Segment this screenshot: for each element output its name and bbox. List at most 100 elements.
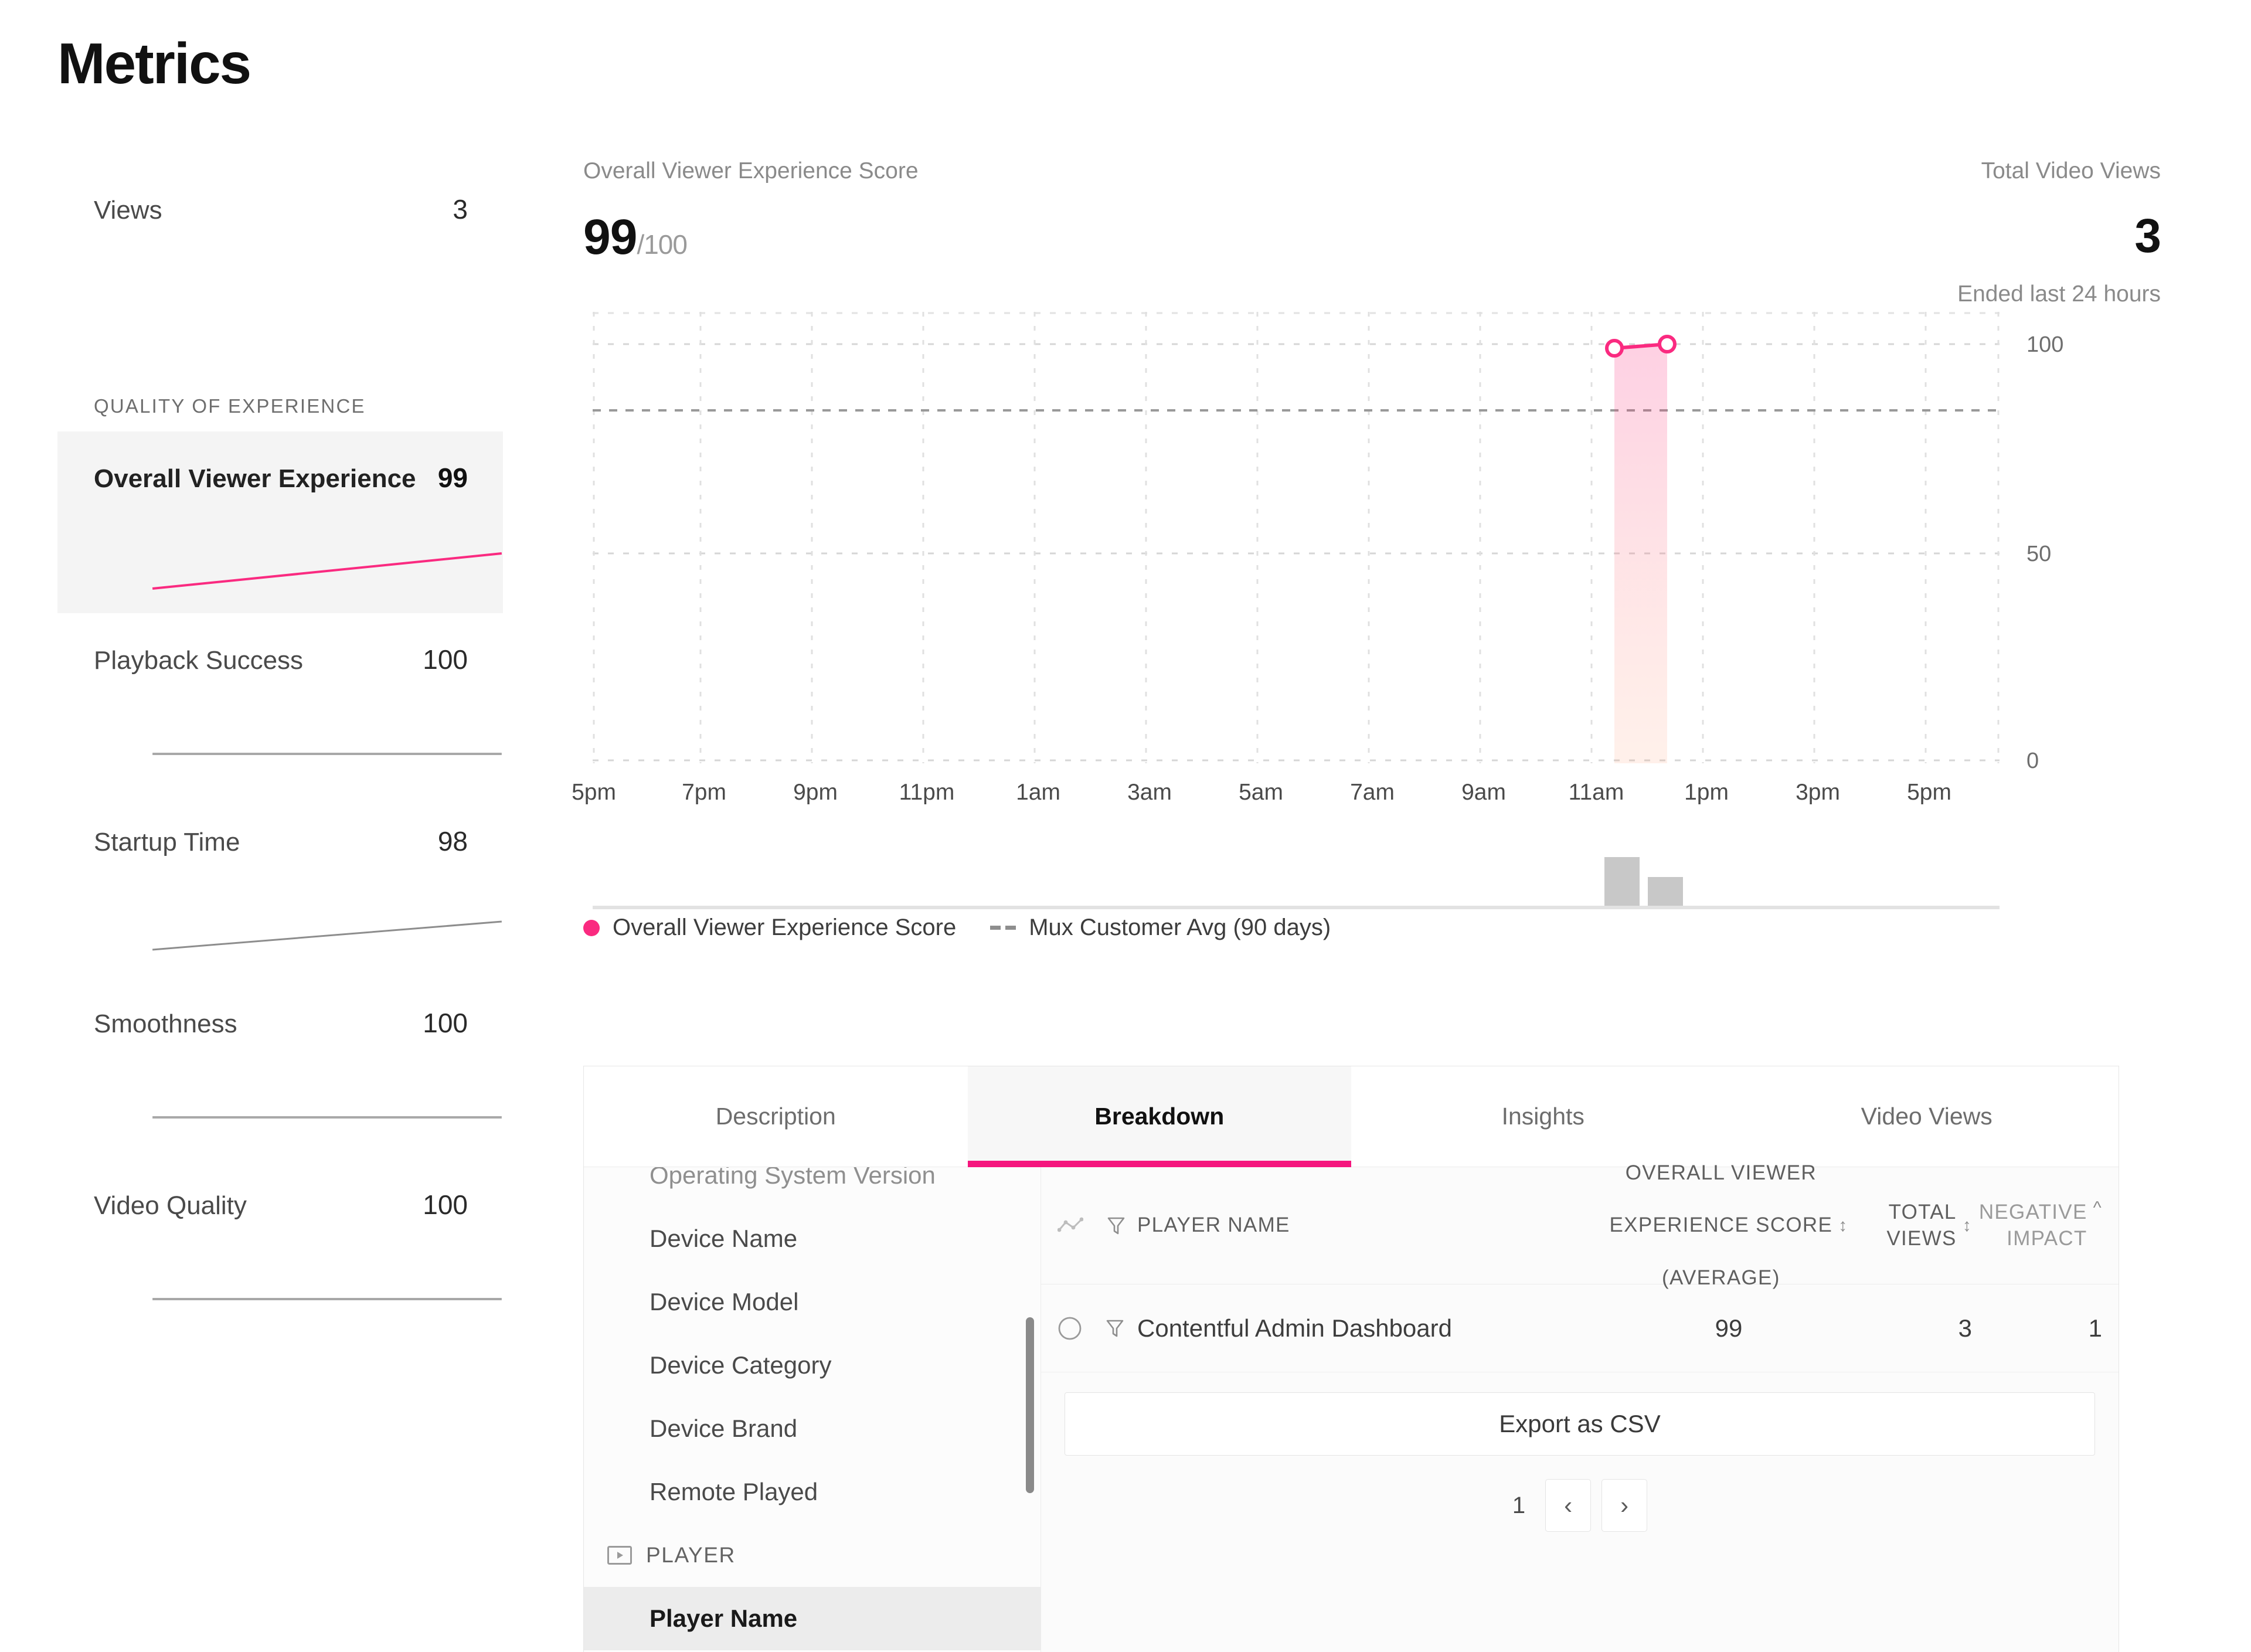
breakdown-item-device-name[interactable]: Device Name <box>584 1207 1041 1270</box>
panel-tabs: Description Breakdown Insights Video Vie… <box>584 1066 2119 1167</box>
pagination: 1 ‹ › <box>1041 1479 2119 1532</box>
sparkline-playback-success <box>151 725 503 777</box>
breakdown-dimension-list[interactable]: Operating System Version Device Name Dev… <box>584 1167 1041 1652</box>
kpi-views-value: 3 <box>2134 209 2161 263</box>
y-tick-50: 50 <box>2026 542 2052 566</box>
chart-x-axis: 5pm 7pm 9pm 11pm 1am 3am 5am 7am 9am 11a… <box>572 780 2000 821</box>
views-label: Views <box>94 196 162 225</box>
export-as-csv-button[interactable]: Export as CSV <box>1065 1392 2095 1456</box>
cell-negative-impact: 1 <box>2088 1314 2102 1342</box>
details-panel: Description Breakdown Insights Video Vie… <box>583 1066 2119 1652</box>
tab-video-views[interactable]: Video Views <box>1735 1066 2119 1167</box>
legend-item-score: Overall Viewer Experience Score <box>583 915 956 941</box>
sidebar-metric-playback-success[interactable]: Playback Success 100 <box>57 613 503 795</box>
table-row[interactable]: Contentful Admin Dashboard 99 3 1 <box>1041 1284 2119 1372</box>
sort-icon-score[interactable]: ↕ <box>1838 1216 1848 1235</box>
x-tick-8: 9am <box>1461 780 1506 805</box>
x-tick-9: 11am <box>1568 780 1624 805</box>
x-tick-12: 5pm <box>1907 780 1951 805</box>
kpi-views-sub: Ended last 24 hours <box>1957 281 2161 307</box>
kpi-views-label: Total Video Views <box>1981 158 2161 183</box>
column-header-views-line1: Total <box>1888 1200 1957 1223</box>
sparkline-video-quality <box>151 1270 503 1323</box>
pagination-prev-button[interactable]: ‹ <box>1545 1479 1592 1532</box>
metric-label: Video Quality <box>94 1191 247 1220</box>
legend-label: Mux Customer Avg (90 days) <box>1029 915 1331 940</box>
breakdown-item-remote-played[interactable]: Remote Played <box>584 1460 1041 1524</box>
player-icon <box>607 1546 632 1565</box>
metric-label: Overall Viewer Experience <box>94 464 416 493</box>
x-tick-5: 3am <box>1127 780 1172 805</box>
legend-label: Overall Viewer Experience Score <box>613 915 957 940</box>
chart-plot-area <box>593 312 2000 763</box>
breakdown-item-device-model[interactable]: Device Model <box>584 1270 1041 1334</box>
chart-video-views-bars <box>593 844 2000 915</box>
metric-label: Playback Success <box>94 646 304 675</box>
y-tick-0: 0 <box>2026 749 2039 773</box>
sidebar-metric-overall-viewer-experience[interactable]: Overall Viewer Experience 99 <box>57 431 503 613</box>
kpi-score-number: 99 <box>583 209 637 264</box>
page-title: Metrics <box>57 31 251 96</box>
x-tick-7: 7am <box>1350 780 1395 805</box>
sidebar-metric-video-quality[interactable]: Video Quality 100 <box>57 1158 503 1340</box>
pagination-next-button[interactable]: › <box>1601 1479 1648 1532</box>
cell-player-name: Contentful Admin Dashboard <box>1137 1314 1452 1342</box>
sparkline-smoothness <box>151 1088 503 1141</box>
metric-value: 100 <box>423 644 468 675</box>
breakdown-item-player-name[interactable]: Player Name <box>584 1587 1041 1650</box>
metrics-sidebar: Views 3 Quality of Experience Overall Vi… <box>57 193 503 1340</box>
column-header-score-line2: Experience Score <box>1609 1213 1833 1237</box>
column-header-total-views[interactable]: Total Views ↕ <box>1866 1199 1972 1252</box>
sparkline-startup-time <box>151 906 503 959</box>
tab-insights[interactable]: Insights <box>1351 1066 1735 1167</box>
legend-dash-icon <box>990 926 1016 930</box>
filter-icon[interactable] <box>1107 1216 1126 1236</box>
metric-value: 100 <box>423 1008 468 1038</box>
y-tick-100: 100 <box>2026 332 2064 357</box>
table-header-row: Player Name Overall Viewer Experience Sc… <box>1041 1161 2119 1289</box>
cell-score: 99 <box>1715 1314 1743 1342</box>
line-chart-icon[interactable] <box>1057 1217 1084 1235</box>
kpi-row: Overall Viewer Experience Score 99/100 T… <box>583 158 2166 311</box>
sort-icon-views[interactable]: ↕ <box>1963 1216 1972 1235</box>
x-tick-10: 1pm <box>1684 780 1729 805</box>
column-header-player-name[interactable]: Player Name <box>1133 1212 1591 1239</box>
x-tick-3: 11pm <box>899 780 955 805</box>
tab-description[interactable]: Description <box>584 1066 968 1167</box>
chart-legend: Overall Viewer Experience Score Mux Cust… <box>583 915 1331 941</box>
breakdown-list-inner: Operating System Version Device Name Dev… <box>584 1167 1041 1650</box>
kpi-score-suffix: /100 <box>637 229 688 260</box>
breakdown-item-operating-system-version[interactable]: Operating System Version <box>584 1167 1041 1207</box>
sidebar-metric-startup-time[interactable]: Startup Time 98 <box>57 795 503 977</box>
table-header-icons <box>1041 1216 1133 1236</box>
breakdown-panel-body: Operating System Version Device Name Dev… <box>584 1161 2119 1652</box>
breakdown-item-device-category[interactable]: Device Category <box>584 1334 1041 1397</box>
x-tick-4: 1am <box>1016 780 1060 805</box>
x-tick-6: 5am <box>1239 780 1283 805</box>
quality-of-experience-heading: Quality of Experience <box>94 395 366 417</box>
filter-icon[interactable] <box>1106 1318 1124 1338</box>
select-circle-icon[interactable] <box>1058 1316 1082 1341</box>
viewer-experience-chart: 100 50 0 5pm 7pm 9pm 11pm 1am 3am 5am 7a… <box>572 312 2166 950</box>
sparkline-overall-viewer-experience <box>151 543 503 596</box>
chart-y-axis: 100 50 0 <box>2014 312 2119 773</box>
kpi-score-label: Overall Viewer Experience Score <box>583 158 919 183</box>
breakdown-group-player: PLAYER <box>584 1524 1041 1587</box>
kpi-overall-score: Overall Viewer Experience Score 99/100 <box>583 158 919 261</box>
column-header-score[interactable]: Overall Viewer Experience Score (Average… <box>1591 1160 1866 1291</box>
breakdown-item-device-brand[interactable]: Device Brand <box>584 1397 1041 1460</box>
x-tick-0: 5pm <box>572 780 616 805</box>
x-tick-11: 3pm <box>1796 780 1840 805</box>
main-content: Overall Viewer Experience Score 99/100 T… <box>572 158 2166 950</box>
x-tick-2: 9pm <box>793 780 838 805</box>
tab-breakdown[interactable]: Breakdown <box>967 1066 1351 1167</box>
breakdown-list-scrollbar[interactable] <box>1026 1317 1034 1493</box>
column-header-score-line3: (Average) <box>1662 1266 1780 1289</box>
sidebar-metric-smoothness[interactable]: Smoothness 100 <box>57 977 503 1158</box>
sort-icon-negative-impact[interactable]: ^ <box>2093 1199 2102 1217</box>
metric-label: Smoothness <box>94 1009 237 1038</box>
breakdown-group-label: PLAYER <box>646 1543 736 1567</box>
column-header-negative-impact[interactable]: Negative Impact ^ <box>1972 1199 2119 1252</box>
quality-metric-list: Overall Viewer Experience 99 Playback Su… <box>57 431 503 1340</box>
views-value: 3 <box>453 194 468 225</box>
